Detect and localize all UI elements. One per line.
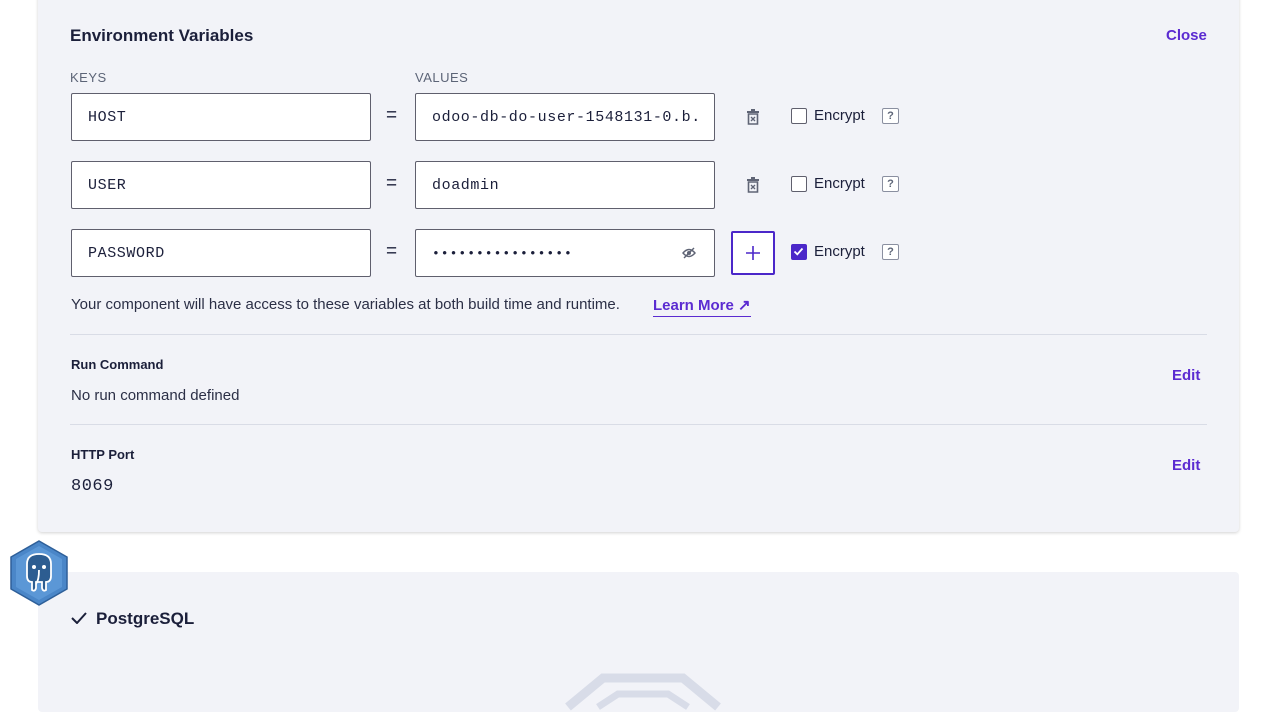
run-command-value: No run command defined <box>71 387 240 404</box>
equals-sign: = <box>386 173 398 194</box>
env-vars-card: Environment Variables Close KEYS VALUES … <box>38 0 1239 532</box>
encrypt-checkbox-host[interactable] <box>791 108 807 124</box>
postgres-title: PostgreSQL <box>96 609 195 628</box>
http-port-edit-link[interactable]: Edit <box>1172 457 1200 474</box>
key-input-password[interactable]: PASSWORD <box>71 229 371 277</box>
key-input-host[interactable]: HOST <box>71 93 371 141</box>
learn-more-link[interactable]: Learn More ↗ <box>653 296 751 317</box>
equals-sign: = <box>386 105 398 126</box>
value-input-value: •••••••••••••••• <box>432 245 573 261</box>
env-vars-note: Your component will have access to these… <box>71 296 620 313</box>
key-input-value: PASSWORD <box>88 244 165 262</box>
equals-sign: = <box>386 241 398 262</box>
trash-icon[interactable] <box>746 177 760 193</box>
divider <box>70 334 1207 335</box>
http-port-value: 8069 <box>71 477 114 496</box>
encrypt-label: Encrypt <box>814 107 865 124</box>
value-input-value: doadmin <box>432 176 500 194</box>
trash-icon[interactable] <box>746 109 760 125</box>
encrypt-checkbox-password[interactable] <box>791 244 807 260</box>
run-command-title: Run Command <box>71 357 164 372</box>
postgresql-logo-icon <box>10 540 68 606</box>
eye-off-icon[interactable] <box>682 247 696 259</box>
encrypt-label: Encrypt <box>814 175 865 192</box>
value-input-password[interactable]: •••••••••••••••• <box>415 229 715 277</box>
value-input-value: odoo-db-do-user-1548131-0.b. <box>432 108 698 126</box>
divider <box>70 424 1207 425</box>
value-input-user[interactable]: doadmin <box>415 161 715 209</box>
help-icon[interactable]: ? <box>882 108 899 124</box>
keys-header: KEYS <box>70 70 107 85</box>
key-input-value: USER <box>88 176 127 194</box>
values-header: VALUES <box>415 70 469 85</box>
checkmark-icon <box>71 612 87 624</box>
close-link[interactable]: Close <box>1166 27 1207 44</box>
postgres-card: PostgreSQL <box>38 572 1239 712</box>
database-placeholder-icon <box>565 673 721 711</box>
add-variable-button[interactable] <box>731 231 775 275</box>
encrypt-checkbox-user[interactable] <box>791 176 807 192</box>
help-icon[interactable]: ? <box>882 176 899 192</box>
encrypt-label: Encrypt <box>814 243 865 260</box>
key-input-value: HOST <box>88 108 127 126</box>
key-input-user[interactable]: USER <box>71 161 371 209</box>
value-input-host[interactable]: odoo-db-do-user-1548131-0.b. <box>415 93 715 141</box>
help-icon[interactable]: ? <box>882 244 899 260</box>
plus-icon <box>746 246 760 260</box>
check-icon <box>793 247 804 256</box>
env-vars-title: Environment Variables <box>70 26 254 45</box>
http-port-title: HTTP Port <box>71 447 135 462</box>
run-command-edit-link[interactable]: Edit <box>1172 367 1200 384</box>
